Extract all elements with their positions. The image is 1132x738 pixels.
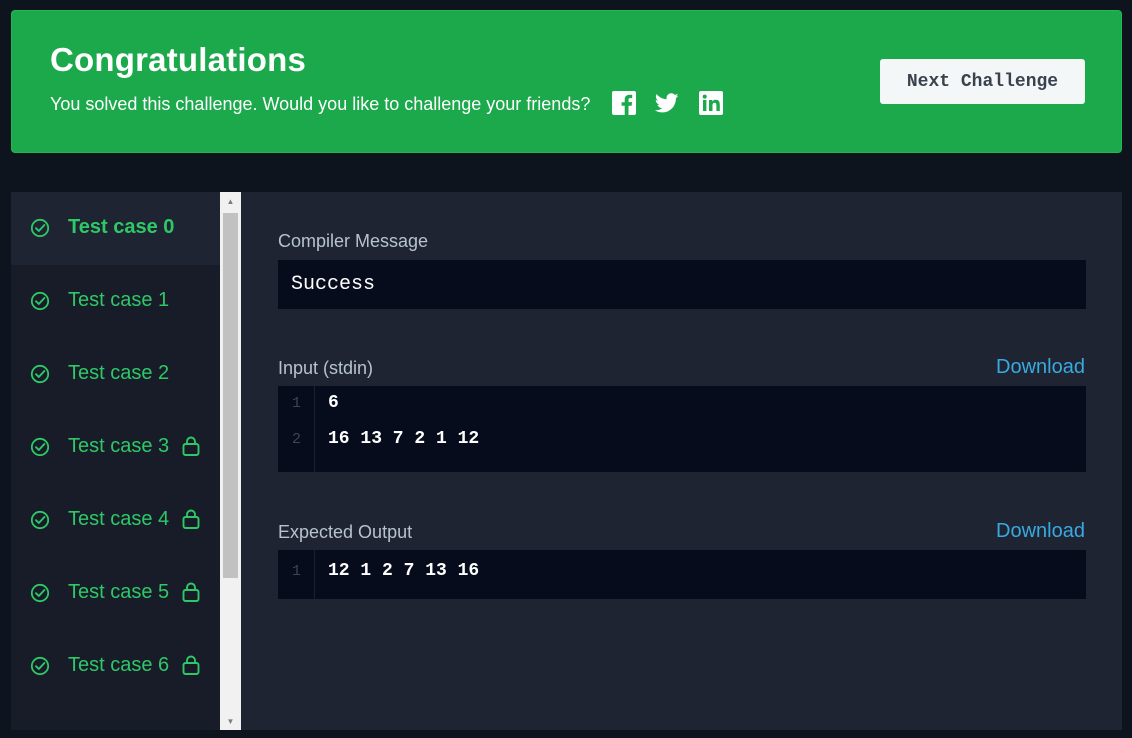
twitter-icon[interactable] — [655, 91, 679, 115]
check-circle-icon — [30, 583, 50, 603]
scroll-thumb[interactable] — [223, 213, 238, 578]
check-circle-icon — [30, 364, 50, 384]
results-panel: Test case 0 Test case 1 Test case 2 Test… — [11, 192, 1122, 730]
code-line: 2 16 13 7 2 1 12 — [278, 423, 1086, 459]
line-text: 12 1 2 7 13 16 — [328, 561, 480, 581]
test-case-label: Test case 2 — [68, 362, 170, 384]
compiler-message-box: Success — [278, 260, 1086, 309]
line-number: 2 — [291, 431, 301, 448]
next-challenge-button[interactable]: Next Challenge — [880, 59, 1085, 104]
check-circle-icon — [30, 218, 50, 238]
test-case-label: Test case 3 — [68, 435, 170, 457]
input-download-link[interactable]: Download — [996, 356, 1085, 379]
expected-output-label: Expected Output — [278, 522, 413, 542]
banner-title: Congratulations — [50, 41, 306, 78]
lock-icon — [181, 508, 201, 530]
scroll-down-arrow-icon[interactable]: ▼ — [220, 712, 241, 730]
compiler-message-text: Success — [291, 273, 376, 296]
test-case-label: Test case 5 — [68, 581, 170, 603]
code-line: 1 6 — [278, 387, 1086, 423]
test-case-tab-4[interactable]: Test case 4 — [11, 484, 220, 557]
check-circle-icon — [30, 510, 50, 530]
test-case-tab-5[interactable]: Test case 5 — [11, 557, 220, 630]
test-case-tab-1[interactable]: Test case 1 — [11, 265, 220, 338]
line-text: 16 13 7 2 1 12 — [328, 429, 480, 449]
banner-subtitle: You solved this challenge. Would you lik… — [50, 94, 591, 114]
test-case-label: Test case 0 — [68, 216, 175, 238]
test-case-tab-3[interactable]: Test case 3 — [11, 411, 220, 484]
expected-output-code-box: 1 12 1 2 7 13 16 — [278, 550, 1086, 599]
test-case-tab-0[interactable]: Test case 0 — [11, 192, 220, 265]
test-case-label: Test case 6 — [68, 654, 170, 676]
scroll-up-arrow-icon[interactable]: ▲ — [220, 192, 241, 210]
sidebar-scrollbar[interactable]: ▲ ▼ — [220, 192, 241, 730]
line-text: 6 — [328, 393, 339, 413]
lock-icon — [181, 581, 201, 603]
test-case-label: Test case 1 — [68, 289, 170, 311]
check-circle-icon — [30, 656, 50, 676]
input-code-box: 1 6 2 16 13 7 2 1 12 — [278, 386, 1086, 472]
compiler-message-label: Compiler Message — [278, 231, 429, 251]
linkedin-icon[interactable] — [699, 91, 723, 115]
lock-icon — [181, 435, 201, 457]
line-number: 1 — [291, 395, 301, 412]
check-circle-icon — [30, 291, 50, 311]
lock-icon — [181, 654, 201, 676]
code-line: 1 12 1 2 7 13 16 — [278, 555, 1086, 591]
success-banner: Congratulations You solved this challeng… — [11, 10, 1122, 153]
facebook-icon[interactable] — [612, 91, 636, 115]
test-case-sidebar: Test case 0 Test case 1 Test case 2 Test… — [11, 192, 220, 730]
test-case-tab-2[interactable]: Test case 2 — [11, 338, 220, 411]
line-number: 1 — [291, 563, 301, 580]
expected-output-download-link[interactable]: Download — [996, 520, 1085, 543]
input-label: Input (stdin) — [278, 358, 374, 378]
test-case-label: Test case 4 — [68, 508, 170, 530]
test-case-tab-6[interactable]: Test case 6 — [11, 630, 220, 703]
check-circle-icon — [30, 437, 50, 457]
